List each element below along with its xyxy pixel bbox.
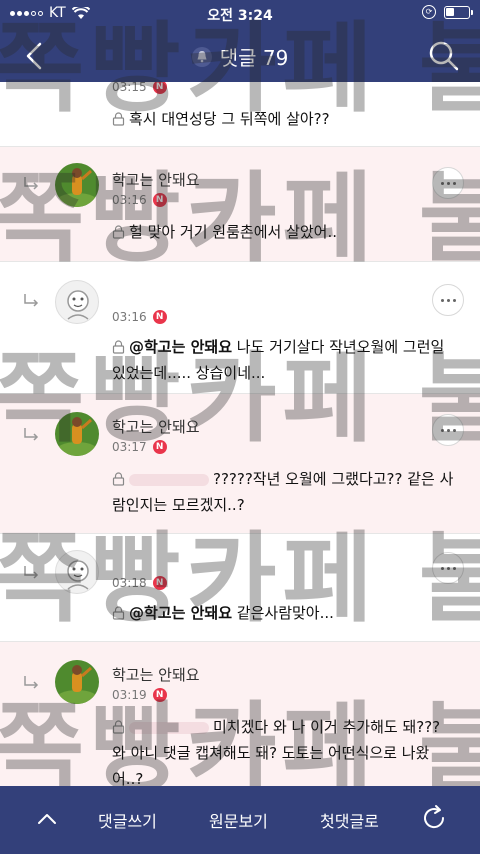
comment-meta: 03:16 N bbox=[112, 193, 167, 207]
comment-item: 03:15 N 혹시 대연성당 그 뒤쪽에 살아?? bbox=[0, 82, 480, 147]
comment-body: @학고는 안돼요 나도 거기살다 작년오월에 그런일있었는데..... 상습이네… bbox=[112, 334, 456, 386]
comment-nickname[interactable]: 학고는 안돼요 bbox=[112, 416, 200, 437]
comment-item: 학고는 안돼요 03:19 N 미치겠다 와 나 이거 추가해도 돼??? 와 … bbox=[0, 642, 480, 786]
reply-arrow-icon bbox=[24, 676, 39, 689]
more-button[interactable] bbox=[432, 167, 464, 199]
bottom-bar: 댓글쓰기 원문보기 첫댓글로 bbox=[0, 786, 480, 854]
comment-time: 03:16 bbox=[112, 310, 147, 324]
avatar[interactable] bbox=[55, 280, 99, 324]
battery-icon bbox=[444, 5, 473, 19]
comment-nickname[interactable]: 학고는 안돼요 bbox=[112, 664, 200, 685]
more-button[interactable] bbox=[432, 552, 464, 584]
new-badge: N bbox=[152, 82, 167, 94]
comment-body: ?????작년 오월에 그랬다고?? 같은 사람인지는 모르겠지..? bbox=[112, 466, 456, 518]
view-original-button[interactable]: 원문보기 bbox=[209, 808, 268, 832]
comment-body: 헐 맞아 거기 원룸촌에서 살았어.. bbox=[112, 219, 456, 245]
comment-time: 03:15 bbox=[112, 82, 147, 94]
search-icon[interactable] bbox=[426, 38, 462, 74]
avatar[interactable] bbox=[55, 550, 99, 594]
lock-icon bbox=[112, 112, 125, 126]
lock-icon bbox=[112, 606, 125, 620]
new-badge: N bbox=[152, 310, 167, 324]
new-badge: N bbox=[152, 193, 167, 207]
header: KT 오전 3:24 ⟳ 댓글 79 bbox=[0, 0, 480, 82]
comment-time: 03:17 bbox=[112, 440, 147, 454]
write-comment-button[interactable]: 댓글쓰기 bbox=[98, 808, 157, 832]
comment-item: 학고는 안돼요 03:17 N ?????작년 오월에 그랬다고?? 같은 사람… bbox=[0, 394, 480, 534]
chevron-up-icon[interactable] bbox=[34, 806, 60, 832]
avatar[interactable] bbox=[55, 163, 99, 207]
rotation-lock-icon: ⟳ bbox=[422, 5, 436, 19]
comment-mention[interactable]: @학고는 안돼요 bbox=[129, 604, 232, 622]
comment-time: 03:18 bbox=[112, 576, 147, 590]
redacted-mention bbox=[129, 721, 209, 734]
status-bar: KT 오전 3:24 ⟳ bbox=[0, 0, 480, 28]
bell-icon[interactable] bbox=[191, 46, 212, 67]
status-right: ⟳ bbox=[422, 5, 473, 19]
comment-meta: 03:19 N bbox=[112, 688, 167, 702]
comment-mention[interactable]: @학고는 안돼요 bbox=[129, 338, 232, 356]
comment-nickname[interactable]: 학고는 안돼요 bbox=[112, 169, 200, 190]
lock-icon bbox=[112, 225, 125, 239]
status-time: 오전 3:24 bbox=[207, 8, 273, 24]
new-badge: N bbox=[152, 440, 167, 454]
comment-time: 03:16 bbox=[112, 193, 147, 207]
comment-text: 헐 맞아 거기 원룸촌에서 살았어.. bbox=[129, 223, 338, 241]
comment-meta: 03:17 N bbox=[112, 440, 167, 454]
lock-icon bbox=[112, 472, 125, 486]
first-comment-button[interactable]: 첫댓글로 bbox=[320, 808, 379, 832]
more-button[interactable] bbox=[432, 284, 464, 316]
page-title-text: 댓글 79 bbox=[219, 46, 289, 70]
refresh-icon[interactable] bbox=[418, 802, 450, 834]
reply-arrow-icon bbox=[24, 294, 39, 307]
comment-meta: 03:16 N bbox=[112, 310, 167, 324]
reply-arrow-icon bbox=[24, 177, 39, 190]
comment-meta: 03:15 N bbox=[112, 82, 167, 94]
comment-item: 03:18 N @학고는 안돼요 같은사람맞아... bbox=[0, 534, 480, 642]
navbar: 댓글 79 bbox=[0, 30, 480, 80]
new-badge: N bbox=[152, 688, 167, 702]
lock-icon bbox=[112, 720, 125, 734]
lock-icon bbox=[112, 340, 125, 354]
comment-text: 같은사람맞아... bbox=[232, 604, 334, 622]
comment-text: 혹시 대연성당 그 뒤쪽에 살아?? bbox=[129, 110, 330, 128]
comment-list[interactable]: 03:15 N 혹시 대연성당 그 뒤쪽에 살아?? 학고는 안돼요 03:16… bbox=[0, 82, 480, 786]
comment-body: @학고는 안돼요 같은사람맞아... bbox=[112, 600, 456, 626]
comment-item: 03:16 N @학고는 안돼요 나도 거기살다 작년오월에 그런일있었는데..… bbox=[0, 262, 480, 394]
new-badge: N bbox=[152, 576, 167, 590]
page-title: 댓글 79 bbox=[0, 42, 480, 71]
comment-time: 03:19 bbox=[112, 688, 147, 702]
reply-arrow-icon bbox=[24, 566, 39, 579]
more-button[interactable] bbox=[432, 414, 464, 446]
avatar[interactable] bbox=[55, 660, 99, 704]
redacted-mention bbox=[129, 473, 209, 486]
comment-item: 학고는 안돼요 03:16 N 헐 맞아 거기 원룸촌에서 살았어.. bbox=[0, 147, 480, 262]
comment-body: 혹시 대연성당 그 뒤쪽에 살아?? bbox=[112, 106, 456, 132]
comment-body: 미치겠다 와 나 이거 추가해도 돼??? 와 아니 댓글 캡쳐해도 돼? 도토… bbox=[112, 714, 456, 786]
comment-meta: 03:18 N bbox=[112, 576, 167, 590]
reply-arrow-icon bbox=[24, 428, 39, 441]
avatar[interactable] bbox=[55, 412, 99, 456]
